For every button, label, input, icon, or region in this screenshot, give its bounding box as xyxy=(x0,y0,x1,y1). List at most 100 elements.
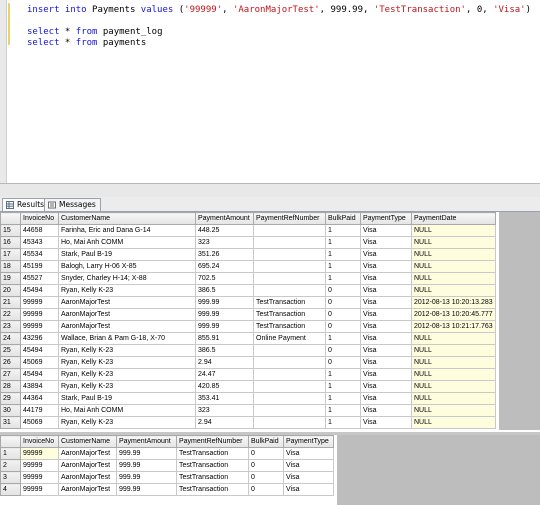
table-cell[interactable]: 1 xyxy=(325,236,361,249)
table-cell[interactable]: 45069 xyxy=(20,416,59,429)
table-row[interactable]: 19 45527 Snyder, Charley H-14; X-88 702.5 1 V… xyxy=(0,272,496,285)
table-cell[interactable]: Visa xyxy=(360,356,412,369)
table-cell[interactable]: Ryan, Kelly K-23 xyxy=(58,368,196,381)
table-row[interactable]: 31 45069 Ryan, Kelly K-23 2.94 1 Visa NULL xyxy=(0,416,496,429)
table-cell[interactable]: 1 xyxy=(325,380,361,393)
table-cell[interactable]: Stark, Paul B-19 xyxy=(58,392,196,405)
table-cell[interactable]: 45343 xyxy=(20,236,59,249)
table-cell[interactable] xyxy=(253,248,326,261)
table-cell[interactable]: 0 xyxy=(325,308,361,321)
code-line-2[interactable]: select * from payment_log xyxy=(27,27,163,38)
row-number[interactable]: 25 xyxy=(0,344,21,357)
table-cell[interactable]: 1 xyxy=(325,392,361,405)
table-cell[interactable]: 999.99 xyxy=(116,471,177,484)
table-cell[interactable]: AaronMajorTest xyxy=(58,308,196,321)
table-cell[interactable]: 702.5 xyxy=(195,272,254,285)
table-cell[interactable]: 855.91 xyxy=(195,332,254,345)
table-cell[interactable]: 1 xyxy=(325,272,361,285)
table-cell[interactable]: Visa xyxy=(360,392,412,405)
table-cell[interactable]: 999.99 xyxy=(195,320,254,333)
table-cell[interactable]: 999.99 xyxy=(116,447,177,460)
table-row[interactable]: 27 45494 Ryan, Kelly K-23 24.47 1 Visa NULL xyxy=(0,368,496,381)
table-cell[interactable]: AaronMajorTest xyxy=(58,447,117,460)
table-row[interactable]: 25 45494 Ryan, Kelly K-23 386.5 0 Visa NULL xyxy=(0,344,496,357)
table-cell[interactable]: 99999 xyxy=(20,308,59,321)
table-cell[interactable]: NULL xyxy=(411,368,496,381)
row-number[interactable]: 21 xyxy=(0,296,21,309)
table-cell[interactable]: 1 xyxy=(325,416,361,429)
table-cell[interactable]: Visa xyxy=(360,320,412,333)
table-cell[interactable]: NULL xyxy=(411,404,496,417)
table-cell[interactable]: 45199 xyxy=(20,260,59,273)
table-cell[interactable]: NULL xyxy=(411,392,496,405)
table-cell[interactable]: NULL xyxy=(411,248,496,261)
table-cell[interactable]: 1 xyxy=(325,260,361,273)
table-cell[interactable]: 999.99 xyxy=(195,308,254,321)
table-cell[interactable]: 99999 xyxy=(20,483,59,496)
table-cell[interactable]: 99999 xyxy=(20,296,59,309)
row-number[interactable]: 15 xyxy=(0,224,21,237)
table-cell[interactable] xyxy=(253,416,326,429)
table-cell[interactable]: Ryan, Kelly K-23 xyxy=(58,416,196,429)
row-number[interactable]: 17 xyxy=(0,248,21,261)
column-header[interactable]: CustomerName xyxy=(58,435,117,448)
table-cell[interactable]: 999.99 xyxy=(195,296,254,309)
table-cell[interactable]: Visa xyxy=(283,459,334,472)
row-number[interactable]: 22 xyxy=(0,308,21,321)
table-cell[interactable]: 2012-08-13 10:21:17.763 xyxy=(411,320,496,333)
table-cell[interactable]: NULL xyxy=(411,344,496,357)
table-cell[interactable]: Ho, Mai Anh COMM xyxy=(58,404,196,417)
table-cell[interactable]: 99999 xyxy=(20,459,59,472)
table-cell[interactable]: 0 xyxy=(325,356,361,369)
table-cell[interactable]: Visa xyxy=(283,483,334,496)
table-cell[interactable]: 0 xyxy=(248,447,284,460)
table-cell[interactable]: Balogh, Larry H-06 X-85 xyxy=(58,260,196,273)
table-cell[interactable]: 43296 xyxy=(20,332,59,345)
table-cell[interactable]: NULL xyxy=(411,416,496,429)
table-cell[interactable] xyxy=(253,260,326,273)
table-cell[interactable]: 43894 xyxy=(20,380,59,393)
table-cell[interactable]: Visa xyxy=(360,308,412,321)
table-cell[interactable] xyxy=(253,272,326,285)
table-cell[interactable]: 2012-08-13 10:20:45.777 xyxy=(411,308,496,321)
table-cell[interactable]: Visa xyxy=(360,416,412,429)
table-cell[interactable]: 999.99 xyxy=(116,483,177,496)
row-number[interactable]: 19 xyxy=(0,272,21,285)
column-header[interactable]: PaymentRefNumber xyxy=(253,212,326,225)
table-cell[interactable]: 1 xyxy=(325,404,361,417)
table-cell[interactable]: Visa xyxy=(360,332,412,345)
table-cell[interactable]: TestTransaction xyxy=(176,471,249,484)
table-row[interactable]: 21 99999 AaronMajorTest 999.99 TestTransacti… xyxy=(0,296,496,309)
table-row[interactable]: 1 99999 AaronMajorTest 999.99 TestTransactio… xyxy=(0,447,334,460)
row-number[interactable]: 4 xyxy=(0,483,21,496)
table-cell[interactable]: Visa xyxy=(283,447,334,460)
table-row[interactable]: 29 44364 Stark, Paul B-19 353.41 1 Visa NULL xyxy=(0,392,496,405)
table-cell[interactable] xyxy=(253,284,326,297)
row-number[interactable]: 16 xyxy=(0,236,21,249)
table-cell[interactable]: Ryan, Kelly K-23 xyxy=(58,284,196,297)
table-row[interactable]: 4 99999 AaronMajorTest 999.99 TestTransactio… xyxy=(0,483,334,496)
table-cell[interactable]: 0 xyxy=(248,483,284,496)
results-grid-1[interactable]: InvoiceNo CustomerName PaymentAmount Paymen… xyxy=(0,212,496,429)
table-cell[interactable]: 1 xyxy=(325,248,361,261)
table-cell[interactable]: AaronMajorTest xyxy=(58,483,117,496)
table-cell[interactable]: Visa xyxy=(360,380,412,393)
table-cell[interactable]: AaronMajorTest xyxy=(58,471,117,484)
table-cell[interactable]: 45494 xyxy=(20,344,59,357)
table-cell[interactable]: 695.24 xyxy=(195,260,254,273)
column-header[interactable]: PaymentType xyxy=(360,212,412,225)
table-cell[interactable] xyxy=(253,392,326,405)
table-cell[interactable]: 2.94 xyxy=(195,416,254,429)
table-cell[interactable]: Visa xyxy=(360,344,412,357)
table-row[interactable]: 26 45069 Ryan, Kelly K-23 2.94 0 Visa NULL xyxy=(0,356,496,369)
table-cell[interactable]: 45069 xyxy=(20,356,59,369)
row-number[interactable]: 31 xyxy=(0,416,21,429)
table-row[interactable]: 3 99999 AaronMajorTest 999.99 TestTransactio… xyxy=(0,471,334,484)
tab-results[interactable]: Results xyxy=(2,198,50,211)
column-header[interactable]: BulkPaid xyxy=(325,212,361,225)
table-row[interactable]: 2 99999 AaronMajorTest 999.99 TestTransactio… xyxy=(0,459,334,472)
table-cell[interactable]: 0 xyxy=(325,320,361,333)
column-header[interactable]: PaymentType xyxy=(283,435,334,448)
table-cell[interactable]: Ryan, Kelly K-23 xyxy=(58,344,196,357)
table-cell[interactable]: 0 xyxy=(248,459,284,472)
